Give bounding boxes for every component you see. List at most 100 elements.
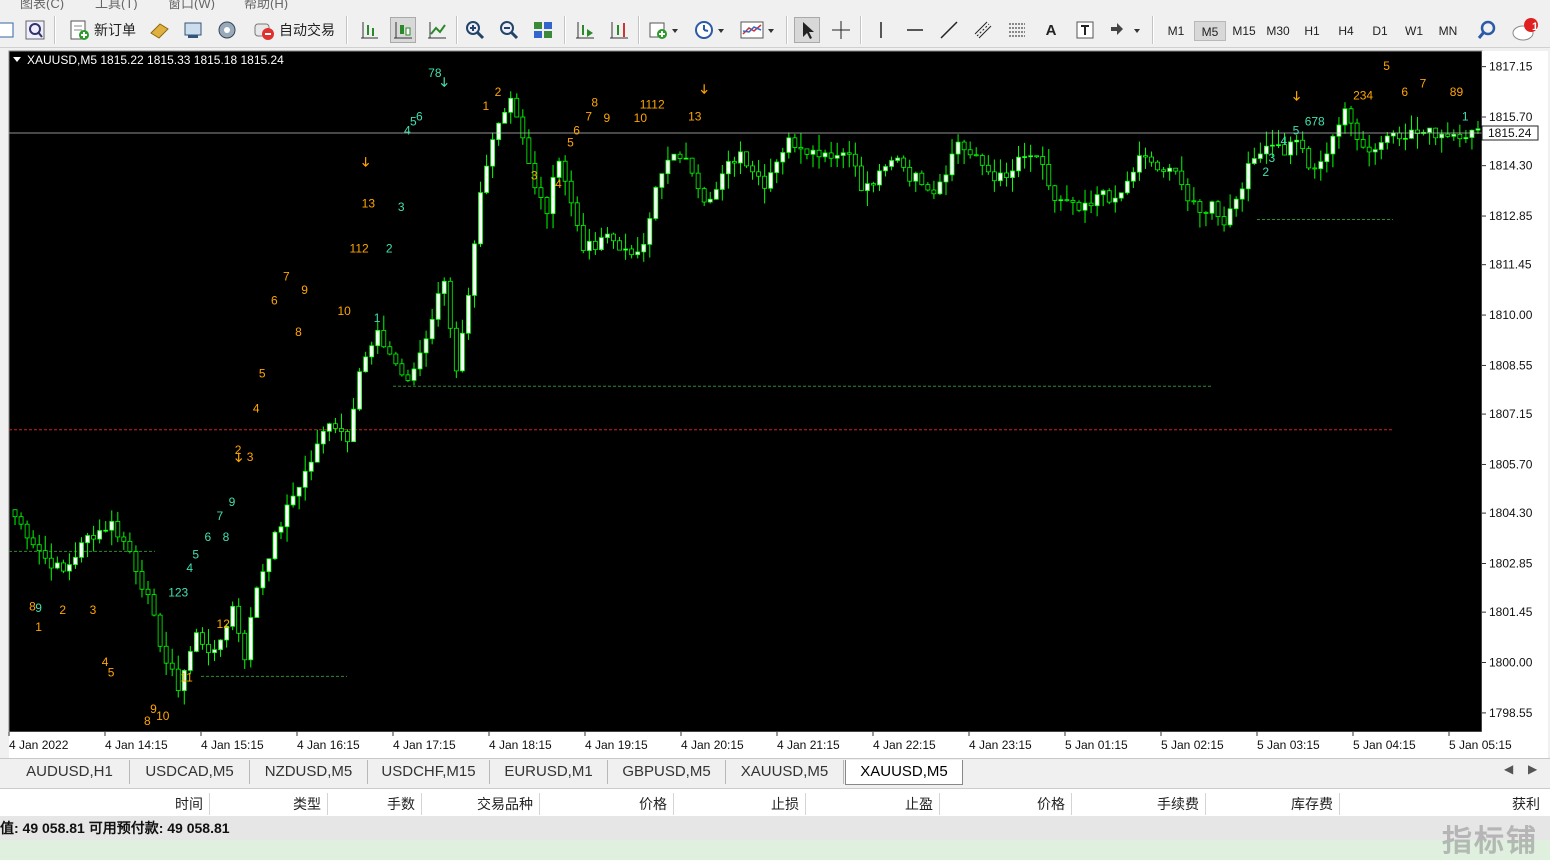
timeframe-mn[interactable]: MN [1432,21,1464,41]
menu-chart[interactable]: 图表(C) [20,0,64,10]
tab-usdcad-m5[interactable]: USDCAD,M5 [130,760,250,784]
timeframe-m1[interactable]: M1 [1160,21,1192,41]
candle-body [1191,200,1197,203]
tab-usdchf-m15[interactable]: USDCHF,M15 [368,760,490,784]
menu-window[interactable]: 窗口(W) [168,0,215,10]
trend-line-icon[interactable] [936,17,962,43]
status-strip [0,840,1550,860]
timeframe-w1[interactable]: W1 [1398,21,1430,41]
candle-body [1251,158,1257,164]
market-watch-icon[interactable] [146,17,172,43]
horizontal-line-icon[interactable] [902,17,928,43]
tab-gbpusd-m5[interactable]: GBPUSD,M5 [608,760,726,784]
periods-button[interactable] [692,17,728,43]
candle-body [1390,132,1396,137]
y-tick-label: 1808.55 [1489,358,1533,372]
templates-button[interactable] [738,17,778,43]
chart-header: XAUUSD,M5 1815.22 1815.33 1815.18 1815.2… [27,53,284,67]
price-chart[interactable]: 1817.15 1815.70 1814.30 1812.85 1811.45 1810.… [0,48,1550,758]
tab-scroll-left-icon[interactable]: ◀ [1504,762,1513,776]
candle-body [308,461,314,472]
count-label: 5 [108,665,115,679]
menu-tools[interactable]: 工具(T) [95,0,138,10]
candle-body [1143,155,1148,158]
timeframe-m30[interactable]: M30 [1262,21,1294,41]
search-icon[interactable] [1474,17,1500,43]
col-current-price[interactable]: 价格 [940,793,1072,815]
chart-shift-icon[interactable] [606,17,632,43]
fibonacci-icon[interactable] [1004,17,1030,43]
tile-windows-icon[interactable] [530,17,556,43]
text-icon[interactable]: A [1038,17,1064,43]
auto-scroll-icon[interactable] [572,17,598,43]
text-label-icon[interactable] [1072,17,1098,43]
zoom-chart-icon[interactable] [22,17,48,43]
candle-body [991,171,997,182]
count-label: 9 [229,495,236,509]
candle-body [798,147,804,150]
candle-body [1354,122,1360,140]
candle-body [405,374,411,381]
col-profit[interactable]: 获利 [1340,793,1546,815]
count-label: 5 [259,367,266,381]
candle-body [713,189,719,200]
candle-body [1475,128,1481,131]
candle-body [1227,208,1233,226]
col-lots[interactable]: 手数 [328,793,422,815]
candle-body [961,141,967,151]
candle-body [260,571,266,589]
equidistant-channel-icon[interactable] [970,17,996,43]
crosshair-icon[interactable] [828,17,854,43]
candle-body [429,319,435,340]
bar-chart-icon[interactable] [356,17,382,43]
zoom-out-icon[interactable] [496,17,522,43]
line-chart-icon[interactable] [424,17,450,43]
col-symbol[interactable]: 交易品种 [422,793,540,815]
menu-help[interactable]: 帮助(H) [244,0,288,10]
indicators-button[interactable] [646,17,682,43]
count-label: 1 [374,311,381,325]
candle-body [1203,211,1209,214]
arrows-button[interactable] [1106,17,1144,43]
arrows-icon [1111,23,1140,35]
x-tick-label: 4 Jan 17:15 [393,738,456,752]
col-swap[interactable]: 库存费 [1206,793,1340,815]
candle-body [1233,198,1239,210]
new-order-button[interactable]: 新订单 [64,17,140,43]
x-tick-label: 4 Jan 23:15 [969,738,1032,752]
tab-xauusd-m5[interactable]: XAUUSD,M5 [726,760,844,784]
col-type[interactable]: 类型 [210,793,328,815]
col-take-profit[interactable]: 止盈 [806,793,940,815]
cursor-icon[interactable] [794,17,820,43]
vertical-line-icon[interactable] [868,17,894,43]
menu-bar: 图表(C) 工具(T) 窗口(W) 帮助(H) [0,0,1550,10]
tab-eurusd-m1[interactable]: EURUSD,M1 [490,760,608,784]
timeframe-h4[interactable]: H4 [1330,21,1362,41]
tab-audusd-h1[interactable]: AUDUSD,H1 [10,760,130,784]
candle-body [1088,202,1094,207]
candle-body [538,187,544,198]
navigator-icon[interactable] [214,17,240,43]
tab-scroll-right-icon[interactable]: ▶ [1528,762,1537,776]
candle-body [472,243,477,296]
candle-body [877,170,882,186]
tab-xauusd-m5-active[interactable]: XAUUSD,M5 [845,760,963,785]
col-stop-loss[interactable]: 止损 [674,793,806,815]
tab-nzdusd-m5[interactable]: NZDUSD,M5 [250,760,368,784]
profiles-icon[interactable] [0,17,20,43]
candlestick-chart-icon[interactable] [390,17,416,43]
candle-body [1137,155,1142,173]
timeframe-m15[interactable]: M15 [1228,21,1260,41]
auto-trading-button[interactable]: 自动交易 [246,17,340,43]
timeframe-h1[interactable]: H1 [1296,21,1328,41]
col-price[interactable]: 价格 [540,793,674,815]
col-commission[interactable]: 手续费 [1072,793,1206,815]
zoom-in-icon[interactable] [462,17,488,43]
timeframe-d1[interactable]: D1 [1364,21,1396,41]
notifications-button[interactable]: 1 [1508,17,1544,43]
data-window-icon[interactable] [180,17,206,43]
candle-body [1221,216,1227,226]
col-time[interactable]: 时间 [0,793,210,815]
timeframe-m5[interactable]: M5 [1194,21,1226,41]
count-label: 5 [567,136,574,150]
